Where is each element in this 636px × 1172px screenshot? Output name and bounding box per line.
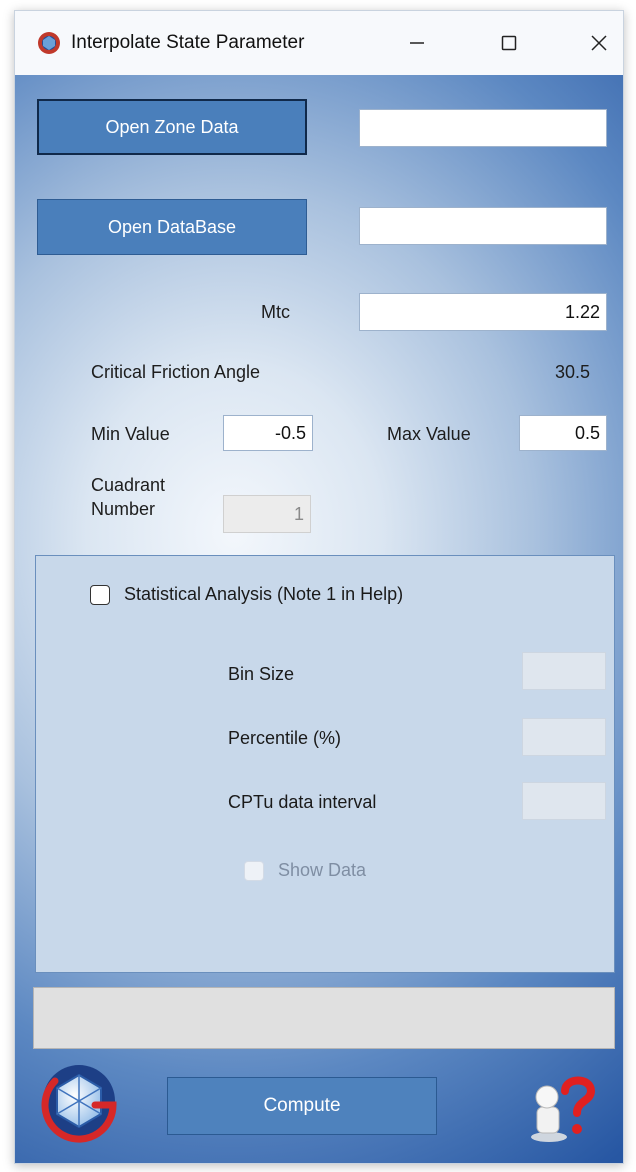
max-value-label: Max Value xyxy=(387,424,471,444)
cptu-data-interval-label: CPTu data interval xyxy=(228,792,377,812)
status-bar xyxy=(33,987,615,1049)
show-data-checkbox: Show Data xyxy=(244,860,366,881)
window-title: Interpolate State Parameter xyxy=(71,32,305,53)
max-value-field[interactable]: 0.5 xyxy=(519,415,607,451)
open-database-button[interactable]: Open DataBase xyxy=(37,199,307,255)
bin-size-field xyxy=(522,652,606,690)
cptu-data-interval-field xyxy=(522,782,606,820)
show-data-checkbox-box xyxy=(244,860,264,881)
mtc-label: Mtc xyxy=(261,302,290,322)
app-logo-icon xyxy=(38,32,60,54)
statistical-analysis-checkbox[interactable]: Statistical Analysis (Note 1 in Help) xyxy=(90,584,403,605)
show-data-label: Show Data xyxy=(278,860,367,880)
maximize-button[interactable] xyxy=(487,25,531,61)
help-icon[interactable] xyxy=(523,1073,599,1145)
form-client-area: Open Zone Data Open DataBase Mtc 1.22 Cr… xyxy=(15,75,623,1163)
title-bar: Interpolate State Parameter xyxy=(15,11,623,75)
mtc-field[interactable]: 1.22 xyxy=(359,293,607,331)
close-button[interactable] xyxy=(577,25,621,61)
critical-friction-angle-value: 30.5 xyxy=(555,362,591,382)
statistical-analysis-label: Statistical Analysis (Note 1 in Help) xyxy=(124,584,404,604)
app-window: Interpolate State Parameter Open Zone Da… xyxy=(14,10,624,1164)
min-value-field[interactable]: -0.5 xyxy=(223,415,313,451)
minimize-button[interactable] xyxy=(395,25,439,61)
percentile-field xyxy=(522,718,606,756)
critical-friction-angle-label: Critical Friction Angle xyxy=(91,362,261,382)
minimize-icon xyxy=(410,42,424,44)
quadrant-number-field: 1 xyxy=(223,495,311,533)
database-path-field[interactable] xyxy=(359,207,607,245)
maximize-icon xyxy=(501,35,517,51)
statistical-analysis-panel: Statistical Analysis (Note 1 in Help) Bi… xyxy=(35,555,615,973)
quadrant-number-label: Cuadrant Number xyxy=(91,475,166,519)
compute-button[interactable]: Compute xyxy=(167,1077,437,1135)
open-zone-data-button[interactable]: Open Zone Data xyxy=(37,99,307,155)
percentile-label: Percentile (%) xyxy=(228,728,342,748)
bin-size-label: Bin Size xyxy=(228,664,295,684)
company-logo-icon xyxy=(41,1065,117,1143)
close-icon xyxy=(591,35,607,51)
min-value-label: Min Value xyxy=(91,424,170,444)
zone-data-path-field[interactable] xyxy=(359,109,607,147)
checkbox-box[interactable] xyxy=(90,584,110,605)
